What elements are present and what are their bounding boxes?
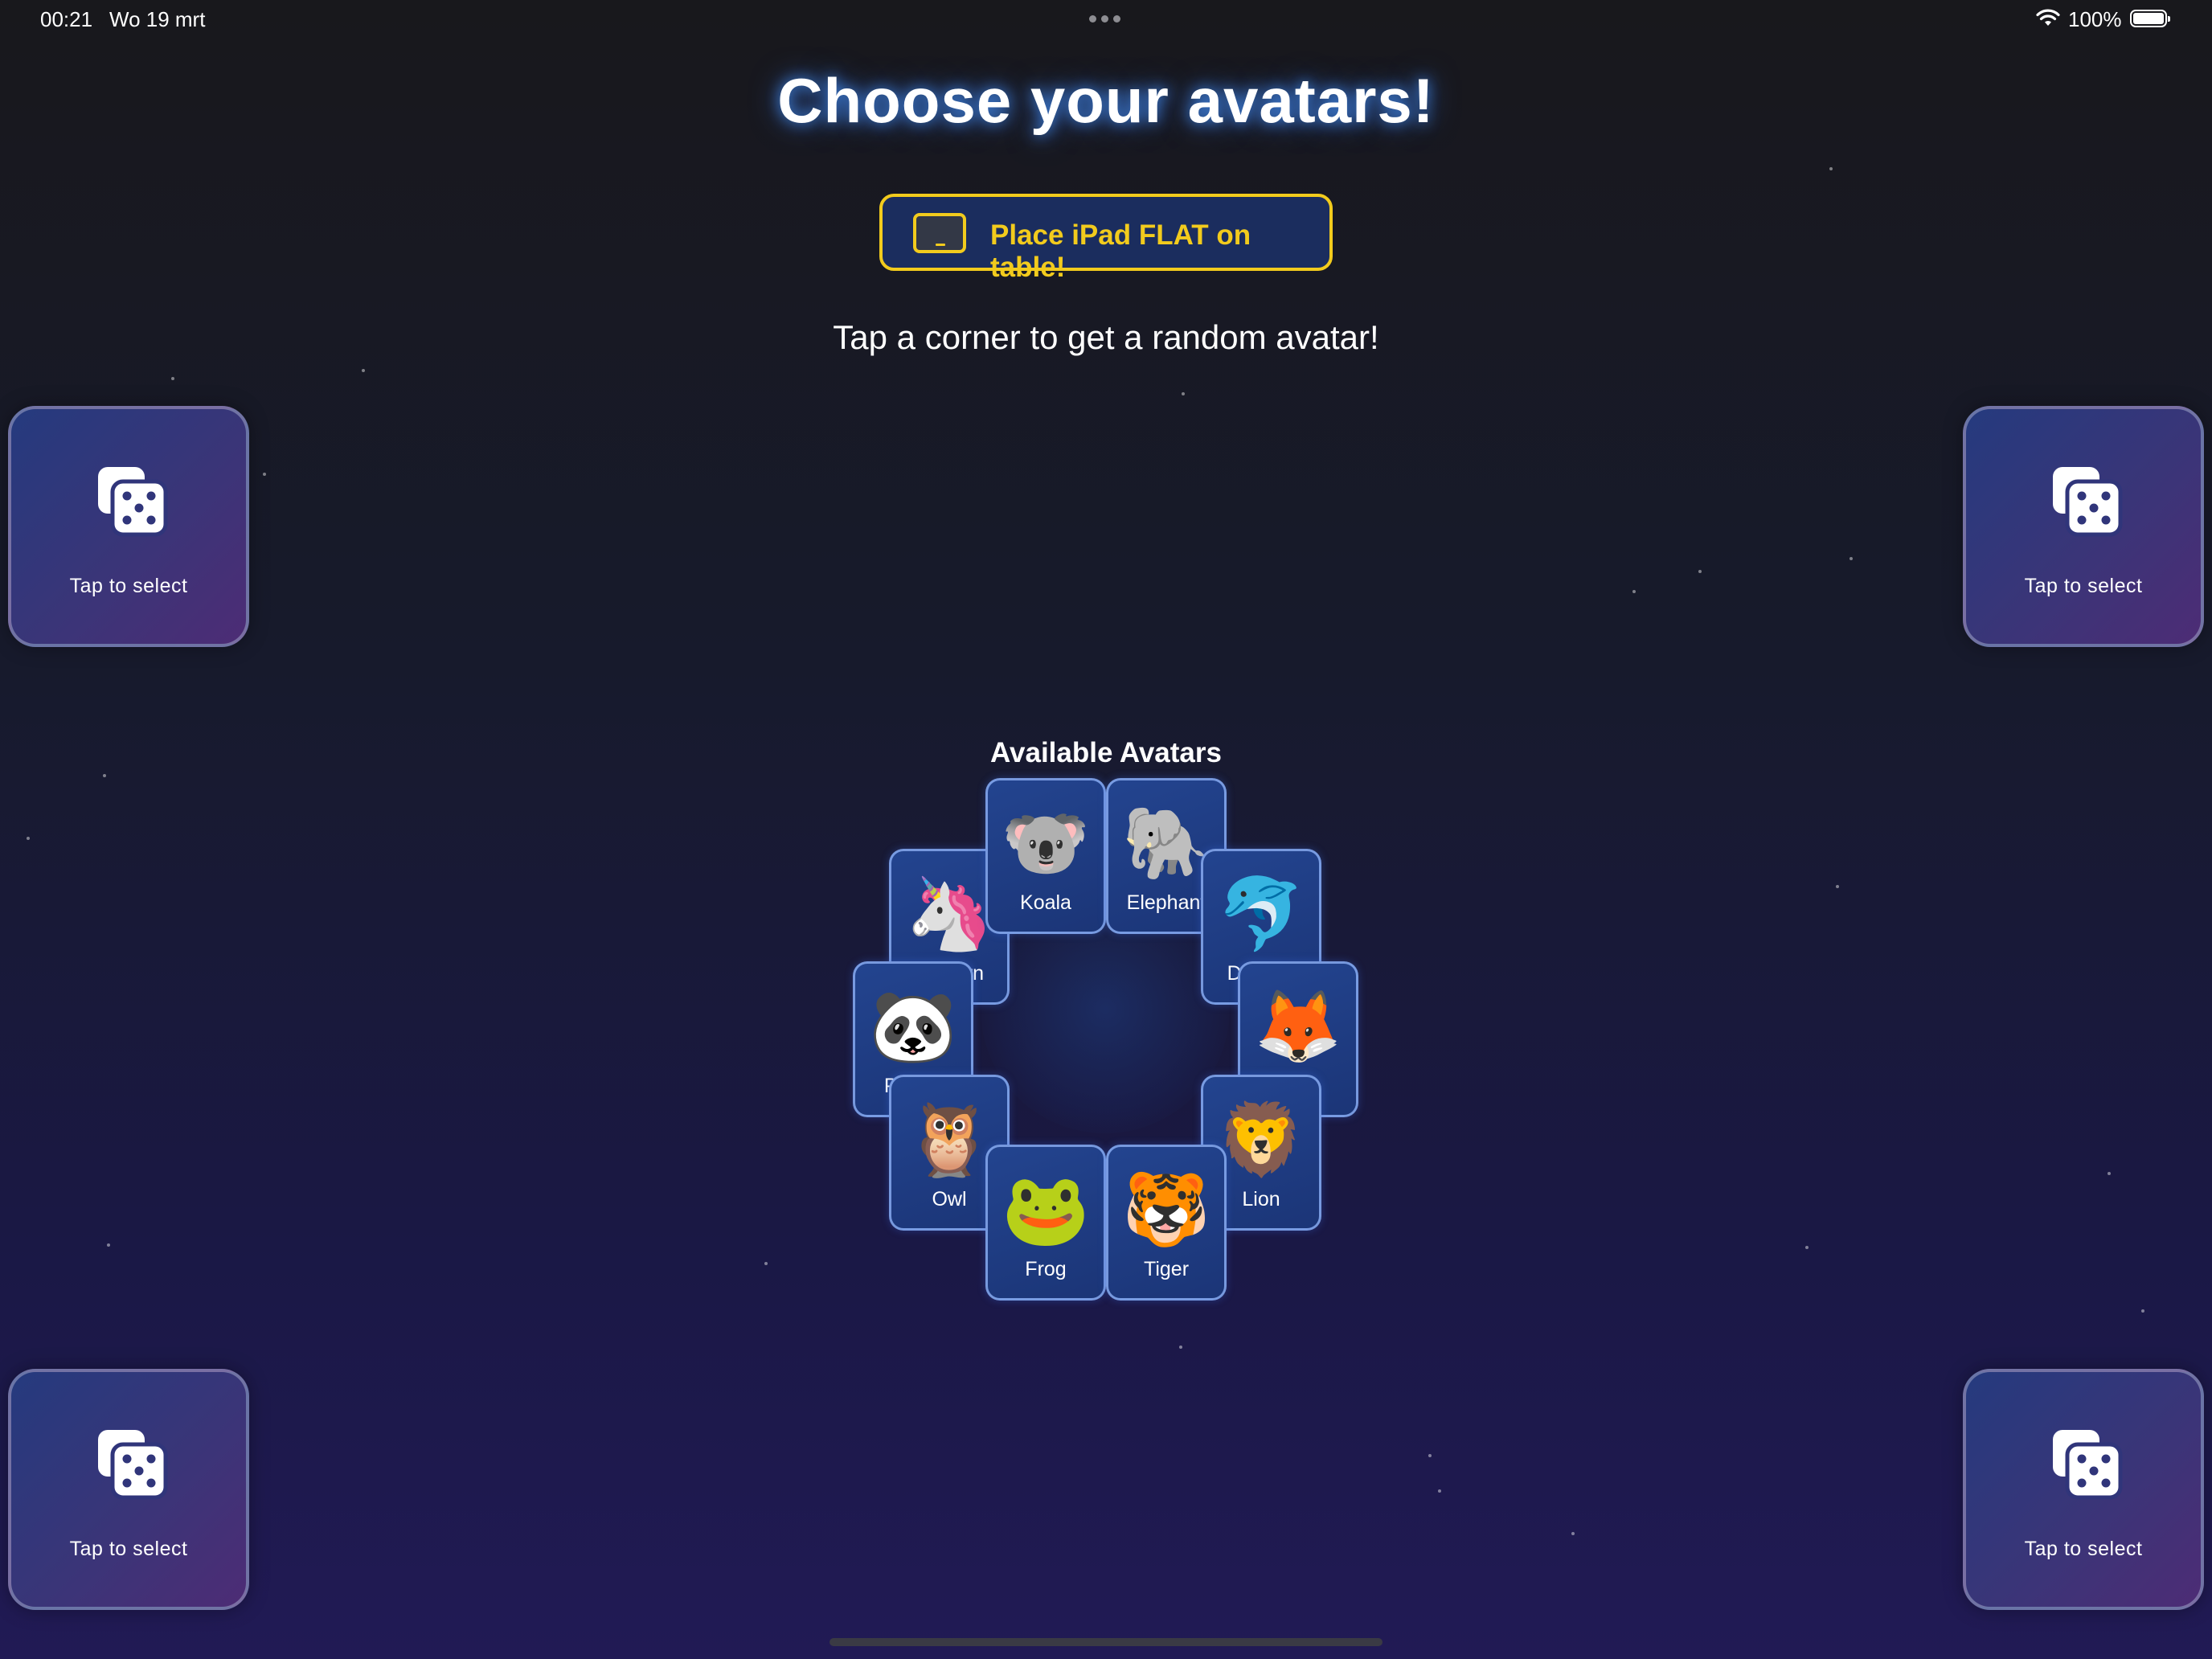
ipad-icon [913, 213, 966, 253]
star [1179, 1346, 1182, 1349]
available-avatars-heading: Available Avatars [990, 737, 1222, 768]
dice-icon [98, 1430, 168, 1500]
instructions: Tap a corner to get a random avatar! [833, 318, 1379, 356]
avatar-name: Tiger [1143, 1258, 1190, 1280]
star [263, 473, 266, 476]
corner-select-top-left[interactable]: Tap to select [8, 406, 249, 647]
star [1438, 1489, 1441, 1493]
corner-select-top-right[interactable]: Tap to select [1963, 406, 2204, 647]
home-indicator[interactable] [830, 1638, 1382, 1646]
star [2141, 1309, 2144, 1313]
star [1698, 570, 1702, 573]
status-bar: 00:21 Wo 19 mrt 100% [0, 0, 2212, 39]
multitasking-dots-icon[interactable] [1089, 15, 1120, 23]
star [1428, 1454, 1432, 1457]
tiger-icon: 🐯 [1122, 1169, 1210, 1249]
corner-label: Tap to select [69, 575, 188, 597]
dice-icon [2053, 467, 2123, 537]
star [1182, 392, 1185, 395]
avatar-name: Frog [1025, 1258, 1067, 1280]
star [27, 837, 30, 840]
place-flat-banner: Place iPad FLAT on table! [879, 194, 1333, 283]
avatar-card-frog[interactable]: 🐸 Frog [985, 1145, 1106, 1301]
dice-icon [98, 467, 168, 537]
star [1571, 1532, 1575, 1535]
corner-label: Tap to select [69, 1538, 188, 1560]
corner-label: Tap to select [2024, 575, 2143, 597]
wifi-icon [2036, 9, 2060, 26]
battery-icon [2130, 10, 2170, 27]
fox-icon: 🦊 [1254, 986, 1342, 1066]
star [764, 1262, 768, 1265]
dice-icon [2053, 1430, 2123, 1500]
star [107, 1243, 110, 1247]
star [1632, 590, 1636, 593]
page-title: Choose your avatars! [777, 65, 1435, 136]
corner-select-bottom-right[interactable]: Tap to select [1963, 1369, 2204, 1610]
panda-icon: 🐼 [869, 986, 957, 1066]
star [1836, 885, 1839, 888]
star [1849, 557, 1853, 560]
avatar-card-koala[interactable]: 🐨 Koala [985, 778, 1106, 934]
avatar-card-tiger[interactable]: 🐯 Tiger [1106, 1145, 1227, 1301]
star [2108, 1172, 2111, 1175]
avatar-name: Koala [1020, 891, 1071, 914]
star [103, 774, 106, 777]
frog-icon: 🐸 [1002, 1169, 1090, 1249]
dolphin-icon: 🐬 [1217, 874, 1305, 953]
star [362, 369, 365, 372]
corner-label: Tap to select [2024, 1538, 2143, 1560]
star [1805, 1246, 1809, 1249]
place-flat-text: Place iPad FLAT on table! [990, 219, 1251, 283]
corner-select-bottom-left[interactable]: Tap to select [8, 1369, 249, 1610]
koala-icon: 🐨 [1002, 803, 1090, 883]
star [171, 377, 174, 380]
status-time: 00:21 [40, 7, 93, 31]
battery-percentage: 100% [2068, 7, 2122, 31]
star [1829, 167, 1833, 170]
status-date: Wo 19 mrt [109, 7, 206, 31]
